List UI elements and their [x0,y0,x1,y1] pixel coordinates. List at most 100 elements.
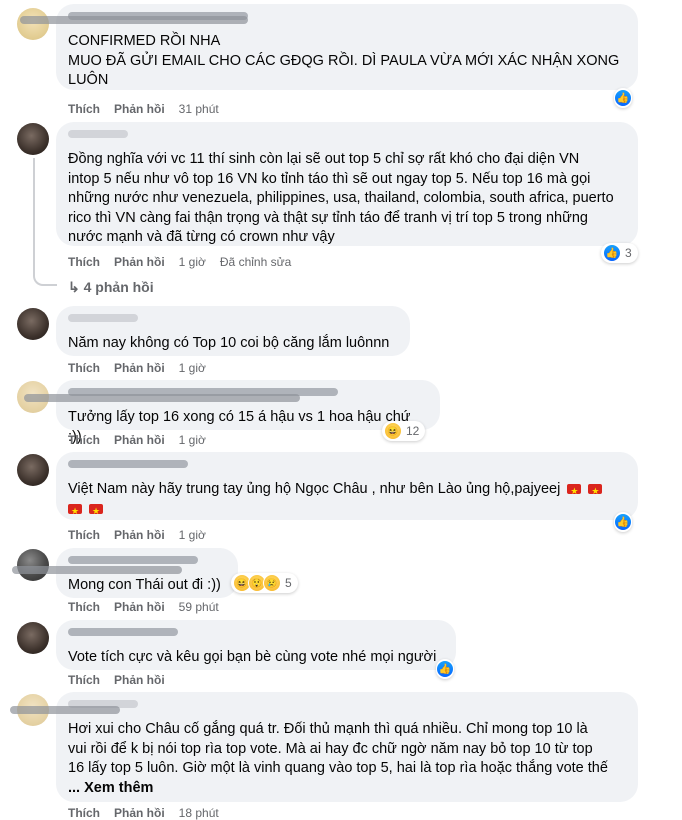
comment-line: nước mạnh và đã từng có crown như vậy [68,229,335,245]
view-replies-button[interactable]: ↳ 4 phản hồi [68,279,154,296]
timestamp[interactable]: 1 giờ [179,528,206,542]
reply-arrow-icon: ↳ [68,279,80,295]
like-button[interactable]: Thích [68,600,100,614]
edited-label: Đã chỉnh sửa [219,255,292,269]
vietnam-flag-icon [89,502,104,521]
vietnam-flag-icon [567,482,582,502]
reply-button[interactable]: Phản hồi [114,528,165,542]
comment-bubble: Hơi xui cho Châu cố gắng quá tr. Đối thủ… [56,692,638,802]
vietnam-flag-icon [68,502,82,521]
author-name-redacted[interactable] [68,556,198,564]
reaction-summary[interactable]: 😆 😲 😢 5 [231,573,298,593]
timestamp[interactable]: 31 phút [179,102,219,116]
comment-line: CONFIRMED RỒI NHA [68,33,221,49]
comment-line: Đồng nghĩa với vc 11 thí sinh còn lại sẽ… [68,151,580,167]
comment-actions: Thích Phản hồi 1 giờ Đã chỉnh sửa [68,255,305,269]
avatar[interactable] [17,8,49,40]
reply-button[interactable]: Phản hồi [114,255,165,269]
avatar[interactable] [17,549,49,581]
like-button[interactable]: Thích [68,528,100,542]
redaction-mark [12,566,182,574]
comment-text: CONFIRMED RỒI NHA MUO ĐÃ GỬI EMAIL CHO C… [68,32,626,91]
like-icon: 👍 [614,89,632,107]
reaction-summary[interactable]: 👍 [614,88,632,108]
comment-bubble: Đồng nghĩa với vc 11 thí sinh còn lại sẽ… [56,122,638,246]
author-name-redacted[interactable] [68,460,188,468]
reply-button[interactable]: Phản hồi [114,102,165,116]
sad-icon: 😢 [263,574,281,592]
redaction-mark [24,394,300,402]
author-name-redacted[interactable] [68,628,178,636]
comment-bubble: Vote tích cực và kêu gọi bạn bè cùng vot… [56,620,456,670]
comment-line: Mong con Thái out đi :)) [68,577,221,593]
reply-button[interactable]: Phản hồi [114,806,165,820]
comment-line-text: Việt Nam này hãy trung tay ủng hộ Ngọc C… [68,481,561,497]
comment-actions: Thích Phản hồi 1 giờ [68,361,220,375]
comment-actions: Thích Phản hồi 18 phút [68,806,233,820]
avatar[interactable] [17,454,49,486]
avatar[interactable] [17,123,49,155]
author-name-redacted[interactable] [68,314,138,322]
comment-text: Đồng nghĩa với vc 11 thí sinh còn lại sẽ… [68,150,626,248]
author-name-redacted[interactable] [68,130,128,138]
comment-line [68,500,626,521]
reaction-count: 3 [625,246,632,260]
comment-line: Hơi xui cho Châu cố gắng quá tr. Đối thủ… [68,721,588,737]
comment-bubble: Việt Nam này hãy trung tay ủng hộ Ngọc C… [56,452,638,521]
reaction-count: 5 [285,576,292,590]
timestamp[interactable]: 1 giờ [179,361,206,375]
comment-actions: Thích Phản hồi 1 giờ [68,433,220,447]
comment-actions: Thích Phản hồi 31 phút [68,102,233,116]
like-icon: 👍 [436,660,454,678]
like-icon: 👍 [614,513,632,531]
comment-text: Hơi xui cho Châu cố gắng quá tr. Đối thủ… [68,720,626,798]
like-icon: 👍 [603,244,621,262]
comment-line: LUÔN [68,72,109,88]
comment-text: Mong con Thái out đi :)) [68,576,226,596]
like-button[interactable]: Thích [68,673,100,687]
replies-count: 4 phản hồi [83,279,154,295]
redaction-mark [10,706,120,714]
avatar[interactable] [17,308,49,340]
like-button[interactable]: Thích [68,361,100,375]
avatar[interactable] [17,622,49,654]
reply-button[interactable]: Phản hồi [114,433,165,447]
comment-actions: Thích Phản hồi [68,673,179,687]
comment-text: Năm nay không có Top 10 coi bộ căng lắm … [68,334,398,354]
comment-line: MUO ĐÃ GỬI EMAIL CHO CÁC GĐQG RỒI. DÌ PA… [68,52,620,69]
reaction-summary[interactable]: 👍 3 [601,243,638,263]
like-button[interactable]: Thích [68,255,100,269]
comment-line: intop 5 nếu như vô top 16 VN ko tỉnh táo… [68,170,591,187]
reaction-count: 12 [406,424,420,438]
reaction-summary[interactable]: 👍 [436,659,454,679]
timestamp[interactable]: 1 giờ [179,433,206,447]
reaction-summary[interactable]: 👍 [614,512,632,532]
like-button[interactable]: Thích [68,102,100,116]
comment-line: Vote tích cực và kêu gọi bạn bè cùng vot… [68,649,437,665]
comment-text: Việt Nam này hãy trung tay ủng hộ Ngọc C… [68,480,626,521]
comment-line: rico thì VN càng fai thận trọng và thật … [68,209,588,226]
comment-bubble: Năm nay không có Top 10 coi bộ căng lắm … [56,306,410,356]
reply-button[interactable]: Phản hồi [114,600,165,614]
haha-icon: 😆 [384,422,402,440]
comment-bubble: Tưởng lấy top 16 xong có 15 á hậu vs 1 h… [56,380,440,445]
reaction-summary[interactable]: 😆 12 [382,421,426,441]
reply-button[interactable]: Phản hồi [114,361,165,375]
comment-text: Vote tích cực và kêu gọi bạn bè cùng vot… [68,648,444,668]
timestamp[interactable]: 18 phút [179,806,219,820]
timestamp[interactable]: 1 giờ [179,255,206,269]
like-button[interactable]: Thích [68,433,100,447]
redaction-mark [20,16,248,24]
timestamp[interactable]: 59 phút [179,600,219,614]
like-button[interactable]: Thích [68,806,100,820]
see-more-link[interactable]: ... Xem thêm [68,779,626,799]
vietnam-flag-icon [588,482,603,502]
thread-line [33,158,35,270]
comment-actions: Thích Phản hồi 1 giờ [68,528,220,542]
comment-line: Năm nay không có Top 10 coi bộ căng lắm … [68,335,390,351]
comment-line: 16 lấy top 5 luôn. Giờ một là vinh quang… [68,760,608,776]
comment-line: vui rồi để k bị nói top rìa top vote. Mà… [68,740,593,757]
reply-button[interactable]: Phản hồi [114,673,165,687]
comment-actions: Thích Phản hồi 59 phút [68,600,233,614]
comment-line: Việt Nam này hãy trung tay ủng hộ Ngọc C… [68,480,626,502]
